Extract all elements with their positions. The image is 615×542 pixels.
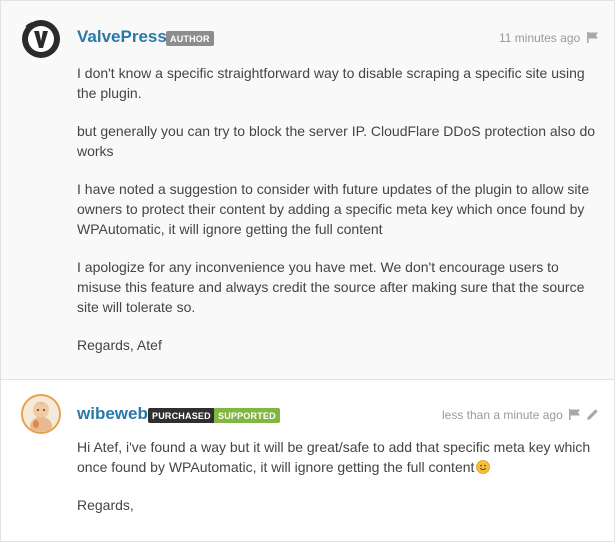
pencil-icon[interactable] — [586, 408, 599, 421]
comment-body: I don't know a specific straightforward … — [77, 63, 597, 373]
comment-paragraph: I apologize for any inconvenience you ha… — [77, 259, 585, 315]
username-link[interactable]: ValvePress — [77, 27, 167, 47]
supported-badge: SUPPORTED — [214, 408, 280, 423]
author-badge: AUTHOR — [166, 31, 214, 46]
flag-icon[interactable] — [569, 409, 581, 420]
comment-item: ValvePress AUTHOR 11 minutes ago I don't… — [1, 1, 614, 380]
comment-timestamp[interactable]: 11 minutes ago — [499, 31, 580, 45]
comment-body: Hi Atef, i've found a way but it will be… — [77, 437, 597, 533]
comment-text: Hi Atef, i've found a way but it will be… — [77, 439, 591, 475]
valvepress-logo-icon[interactable] — [21, 19, 61, 59]
comment-paragraph: Regards, Atef — [77, 337, 162, 353]
comment-paragraph: but generally you can try to block the s… — [77, 123, 596, 159]
comment-paragraph: I have noted a suggestion to consider wi… — [77, 181, 590, 237]
smiley-icon — [476, 460, 491, 474]
baby-photo-avatar — [23, 396, 59, 432]
username-link[interactable]: wibeweb — [77, 404, 148, 424]
flag-icon[interactable] — [587, 32, 599, 43]
comment-paragraph: Hi Atef, i've found a way but it will be… — [77, 437, 597, 477]
comment-item: wibeweb PURCHASED SUPPORTED less than a … — [1, 380, 614, 541]
avatar[interactable] — [21, 394, 61, 434]
comment-timestamp[interactable]: less than a minute ago — [442, 408, 563, 422]
purchased-badge: PURCHASED — [148, 408, 215, 423]
comment-paragraph: I don't know a specific straightforward … — [77, 65, 585, 101]
comment-paragraph: Regards, — [77, 497, 134, 513]
comment-thread: ValvePress AUTHOR 11 minutes ago I don't… — [0, 0, 615, 542]
